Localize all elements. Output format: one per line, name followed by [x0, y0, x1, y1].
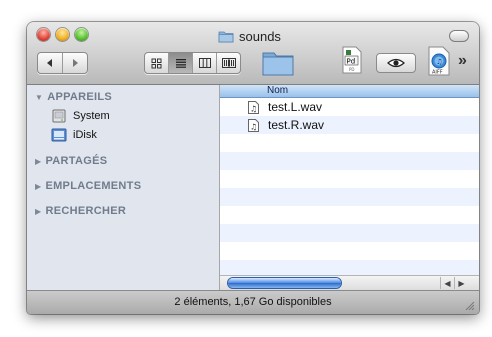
status-bar: 2 éléments, 1,67 Go disponibles — [27, 290, 479, 314]
audio-file-icon: ♫ — [248, 100, 259, 114]
scroll-right-button[interactable]: ▶ — [454, 277, 468, 289]
resize-grip-icon[interactable] — [465, 301, 475, 311]
finder-window: sounds Pd PD ♫ AIFF » ▼ APPAREILS System… — [27, 22, 479, 314]
svg-text:♫: ♫ — [250, 104, 257, 113]
empty-row — [220, 260, 479, 275]
zoom-button[interactable] — [75, 28, 88, 41]
file-list: Nom ♫ test.L.wav ♫ test.R.wav — [220, 85, 479, 275]
minimize-button[interactable] — [56, 28, 69, 41]
icon-view-button[interactable] — [145, 53, 169, 73]
sidebar-section-title: PARTAGÉS — [45, 155, 108, 167]
column-header-label: Nom — [267, 85, 289, 96]
disclosure-expanded-icon: ▼ — [35, 92, 44, 102]
empty-row — [220, 224, 479, 242]
sidebar-section-partages[interactable]: ▶ PARTAGÉS — [35, 155, 107, 167]
forward-button[interactable] — [63, 53, 87, 73]
sidebar-section-emplacements[interactable]: ▶ EMPLACEMENTS — [35, 180, 141, 192]
file-name: test.R.wav — [268, 118, 325, 132]
sidebar-section-rechercher[interactable]: ▶ RECHERCHER — [35, 205, 126, 217]
idisk-icon — [51, 128, 67, 142]
svg-text:Pd: Pd — [347, 58, 356, 66]
sidebar: ▼ APPAREILS System iDisk ▶ PARTAGÉS ▶ EM… — [27, 85, 220, 290]
hard-disk-icon — [52, 109, 66, 123]
list-item[interactable]: ♫ test.R.wav — [220, 116, 479, 134]
sidebar-section-title: EMPLACEMENTS — [45, 180, 142, 192]
disclosure-collapsed-icon: ▶ — [35, 206, 42, 216]
aiff-document-icon: ♫ AIFF — [428, 46, 450, 76]
window-title: sounds — [218, 28, 281, 44]
column-view-icon — [198, 58, 211, 68]
forward-arrow-icon — [73, 59, 78, 67]
sidebar-item-idisk[interactable]: iDisk — [51, 128, 97, 142]
svg-text:♫: ♫ — [250, 122, 257, 131]
disclosure-collapsed-icon: ▶ — [35, 156, 42, 166]
audio-file-icon: ♫ — [248, 118, 259, 132]
column-view-button[interactable] — [193, 53, 217, 73]
status-text: 2 éléments, 1,67 Go disponibles — [174, 296, 332, 308]
back-forward-buttons — [37, 52, 88, 74]
empty-row — [220, 134, 479, 152]
sidebar-section-title: APPAREILS — [47, 91, 113, 103]
sidebar-item-label: System — [73, 110, 110, 122]
sidebar-section-appareils[interactable]: ▼ APPAREILS — [35, 91, 112, 103]
svg-text:♫: ♫ — [436, 58, 442, 66]
back-button[interactable] — [38, 53, 63, 73]
file-name: test.L.wav — [268, 100, 323, 114]
pd-file-icon: Pd PD — [342, 46, 362, 74]
svg-text:AIFF: AIFF — [432, 70, 443, 76]
scroll-left-button[interactable]: ◀ — [440, 277, 454, 289]
list-item[interactable]: ♫ test.L.wav — [220, 98, 479, 116]
window-title-text: sounds — [239, 28, 281, 44]
disclosure-collapsed-icon: ▶ — [35, 181, 42, 191]
empty-row — [220, 206, 479, 224]
folder-shortcut-icon[interactable] — [262, 50, 294, 76]
list-view-icon — [175, 59, 186, 68]
sidebar-section-title: RECHERCHER — [45, 205, 127, 217]
cover-flow-icon — [221, 58, 236, 68]
toolbar-overflow-button[interactable]: » — [458, 52, 467, 70]
quick-look-button[interactable] — [376, 53, 416, 73]
column-header-name[interactable]: Nom — [220, 85, 479, 98]
icon-view-icon — [151, 58, 162, 68]
cover-flow-button[interactable] — [217, 53, 240, 73]
sidebar-item-label: iDisk — [73, 129, 97, 141]
empty-row — [220, 152, 479, 170]
close-button[interactable] — [37, 28, 50, 41]
scrollbar-thumb[interactable] — [228, 278, 341, 288]
pd-document-icon[interactable]: Pd PD — [341, 46, 363, 74]
empty-row — [220, 188, 479, 206]
folder-icon — [218, 31, 234, 42]
toolbar-toggle-button[interactable] — [449, 30, 469, 42]
sidebar-item-system[interactable]: System — [51, 109, 110, 123]
back-arrow-icon — [47, 59, 52, 67]
svg-text:PD: PD — [349, 67, 355, 72]
list-view-button[interactable] — [169, 53, 193, 73]
empty-row — [220, 242, 479, 260]
empty-row — [220, 170, 479, 188]
aiff-file-icon[interactable]: ♫ AIFF — [427, 46, 451, 76]
horizontal-scrollbar[interactable]: ◀ ▶ — [220, 275, 479, 291]
view-mode-buttons — [144, 52, 241, 74]
eye-icon — [387, 58, 405, 68]
title-toolbar: sounds Pd PD ♫ AIFF » — [27, 22, 479, 85]
